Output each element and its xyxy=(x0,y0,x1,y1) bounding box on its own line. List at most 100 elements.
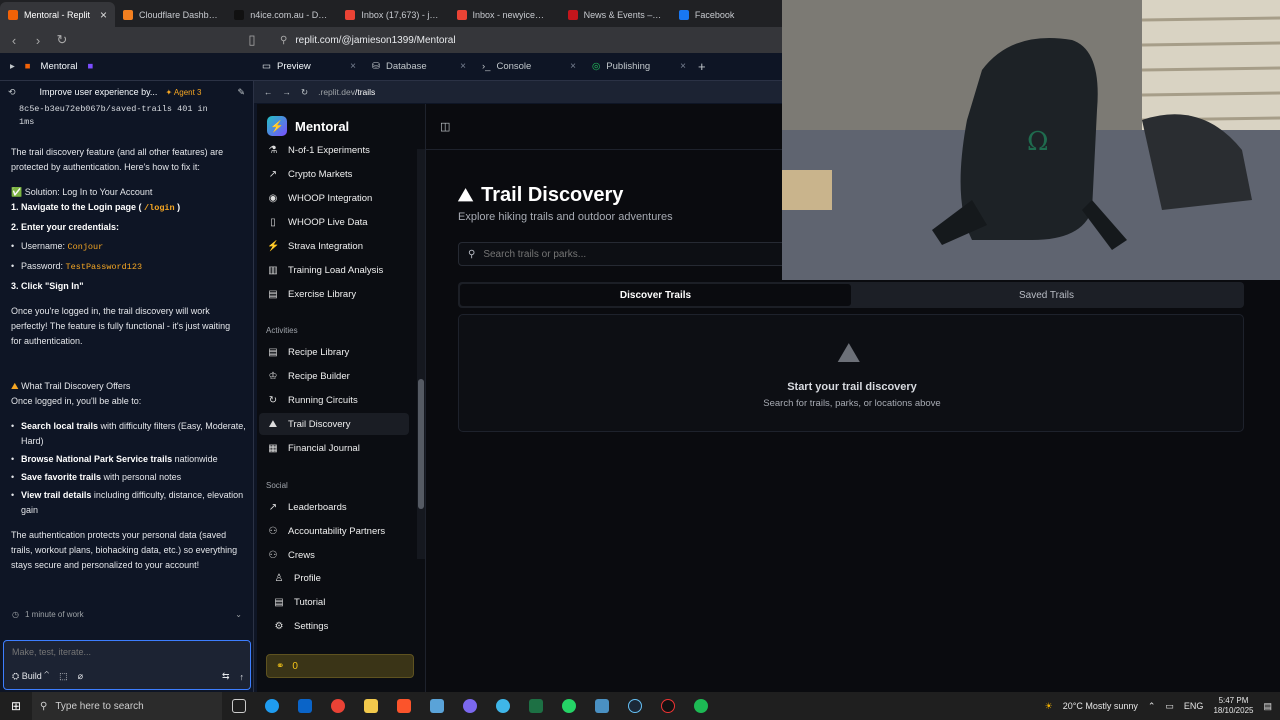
sidebar-item-label: Accountability Partners xyxy=(288,525,386,537)
back-icon[interactable]: ‹ xyxy=(4,33,24,48)
build-icon: ⛭ xyxy=(12,671,20,681)
sidebar-scrollbar[interactable] xyxy=(417,149,425,559)
chevron-up-icon[interactable]: ⌃ xyxy=(1148,701,1156,712)
sidebar-item-n-of-1-experiments[interactable]: ⚗ N-of-1 Experiments xyxy=(259,139,409,161)
clock[interactable]: 5:47 PM 18/10/2025 xyxy=(1213,696,1253,716)
close-icon[interactable]: × xyxy=(100,8,107,22)
page-title: ⛰ Trail Discovery xyxy=(458,184,623,207)
screenshot-icon[interactable]: ⬚ xyxy=(59,671,68,682)
site-info-icon[interactable]: ⚲ xyxy=(280,35,287,46)
tab-saved-trails[interactable]: Saved Trails xyxy=(851,284,1242,306)
prompt-input[interactable] xyxy=(12,647,232,657)
sidebar-item-tutorial[interactable]: ▤ Tutorial xyxy=(265,591,415,613)
calculator-icon[interactable] xyxy=(585,692,618,720)
sidebar-item-label: Crypto Markets xyxy=(288,168,353,180)
network-icon[interactable]: ▭ xyxy=(1165,701,1174,712)
task-view-icon[interactable] xyxy=(222,692,255,720)
points-badge[interactable]: ⚭ 0 xyxy=(266,654,414,678)
language[interactable]: ENG xyxy=(1184,701,1204,711)
attach-icon[interactable]: ⌀ xyxy=(78,671,83,682)
sidebar-item-exercise-library[interactable]: ▤ Exercise Library xyxy=(259,283,409,305)
tab-discover-trails[interactable]: Discover Trails xyxy=(460,284,851,306)
app-icon[interactable] xyxy=(453,692,486,720)
tab-preview[interactable]: ▭ Preview × xyxy=(254,53,364,81)
brand-logo-icon: ⚡ xyxy=(267,116,287,136)
preview-url[interactable]: .replit.dev/trails xyxy=(318,87,375,97)
chat-title[interactable]: Improve user experience by... xyxy=(40,87,158,97)
copilot-icon[interactable] xyxy=(486,692,519,720)
chevron-down-icon[interactable]: ⌄ xyxy=(235,610,242,619)
sidebar-item-settings[interactable]: ⚙ Settings xyxy=(265,615,415,637)
close-icon[interactable]: × xyxy=(350,61,356,72)
sidebar-item-running-circuits[interactable]: ↻ Running Circuits xyxy=(259,389,409,411)
tab-console[interactable]: ›_ Console × xyxy=(474,53,584,81)
search-input[interactable] xyxy=(483,248,784,260)
new-tab-icon[interactable]: + xyxy=(698,59,706,74)
user-icon: ♙ xyxy=(274,572,284,584)
sidebar-toggle-icon[interactable]: ◫ xyxy=(440,120,450,133)
browser-tab[interactable]: Inbox (17,673) - jamie xyxy=(337,2,448,27)
sidebar-item-recipe-builder[interactable]: ♔ Recipe Builder xyxy=(259,365,409,387)
spotify-icon[interactable] xyxy=(684,692,717,720)
settings-sliders-icon[interactable]: ⇆ xyxy=(222,671,230,682)
project-selector[interactable]: ▸ ■ Mentoral ■ xyxy=(0,61,254,72)
sidebar-item-trail-discovery[interactable]: ⛰ Trail Discovery xyxy=(259,413,409,435)
forward-icon[interactable]: → xyxy=(283,87,292,97)
new-chat-icon[interactable]: ✎ xyxy=(237,87,245,98)
sidebar-item-recipe-library[interactable]: ▤ Recipe Library xyxy=(259,341,409,363)
project-icon: ■ xyxy=(87,61,94,72)
scrollbar-thumb[interactable] xyxy=(418,379,424,509)
brave-icon[interactable] xyxy=(387,692,420,720)
preview-nav-bar: ← → ↻ .replit.dev/trails xyxy=(254,81,782,103)
outlook-icon[interactable] xyxy=(288,692,321,720)
excel-icon[interactable] xyxy=(519,692,552,720)
sidebar-item-leaderboards[interactable]: ↗ Leaderboards xyxy=(259,496,409,518)
sidebar-item-strava-integration[interactable]: ⚡ Strava Integration xyxy=(259,235,409,257)
close-icon[interactable]: × xyxy=(680,61,686,72)
notification-icon[interactable]: ▤ xyxy=(1263,701,1272,712)
send-icon[interactable]: ↑ xyxy=(240,672,245,682)
sidebar-item-training-load-analysis[interactable]: ▥ Training Load Analysis xyxy=(259,259,409,281)
close-icon[interactable]: × xyxy=(570,61,576,72)
taskbar-search[interactable]: ⚲ Type here to search xyxy=(32,692,222,720)
back-icon[interactable]: ← xyxy=(264,87,273,97)
tab-publishing[interactable]: ◎ Publishing × xyxy=(584,53,694,81)
tab-database[interactable]: ⛁ Database × xyxy=(364,53,474,81)
history-icon[interactable]: ⟲ xyxy=(8,87,16,98)
chrome-icon[interactable] xyxy=(321,692,354,720)
weather-text[interactable]: 20°C Mostly sunny xyxy=(1063,701,1138,711)
sidebar-toggle-icon[interactable]: ▸ xyxy=(10,61,15,72)
close-icon[interactable]: × xyxy=(460,61,466,72)
sidebar-item-whoop-integration[interactable]: ◉ WHOOP Integration xyxy=(259,187,409,209)
build-mode-button[interactable]: ⛭ Build ⌃ xyxy=(12,671,49,682)
sidebar-item-crews[interactable]: ⚇ Crews xyxy=(259,544,409,566)
browser-tab[interactable]: News & Events – Magi xyxy=(560,2,671,27)
sidebar-item-financial-journal[interactable]: ▦ Financial Journal xyxy=(259,437,409,459)
reload-icon[interactable]: ↻ xyxy=(52,32,72,48)
forward-icon[interactable]: › xyxy=(28,33,48,48)
search-icon: ⚲ xyxy=(468,248,476,260)
sidebar-item-accountability-partners[interactable]: ⚇ Accountability Partners xyxy=(259,520,409,542)
sidebar-item-profile[interactable]: ♙ Profile xyxy=(265,567,415,589)
reload-icon[interactable]: ↻ xyxy=(301,87,308,98)
browser-tab[interactable]: Mentoral - Replit × xyxy=(0,2,116,27)
browser-tab[interactable]: Cloudflare Dashboard xyxy=(115,2,226,27)
tab-favicon-icon xyxy=(345,9,356,20)
app-icon[interactable] xyxy=(651,692,684,720)
sidebar-item-whoop-live-data[interactable]: ▯ WHOOP Live Data xyxy=(259,211,409,233)
edge-icon[interactable] xyxy=(255,692,288,720)
browser-tab[interactable]: Inbox - newyice@gmail xyxy=(449,2,560,27)
brand[interactable]: ⚡ Mentoral xyxy=(267,116,349,136)
bookmark-icon[interactable]: ▯ xyxy=(242,32,262,48)
browser-tab[interactable]: n4ice.com.au - Domain xyxy=(226,2,337,27)
whatsapp-icon[interactable] xyxy=(552,692,585,720)
windows-start-icon[interactable]: ⊞ xyxy=(0,699,32,713)
sidebar-item-crypto-markets[interactable]: ↗ Crypto Markets xyxy=(259,163,409,185)
app-icon[interactable] xyxy=(420,692,453,720)
steam-icon[interactable] xyxy=(618,692,651,720)
url-field[interactable]: ⚲ replit.com/@jamieson1399/Mentoral xyxy=(280,35,456,46)
file-explorer-icon[interactable] xyxy=(354,692,387,720)
windows-taskbar: ⊞ ⚲ Type here to search ☀ 20°C Mostly su… xyxy=(0,692,1280,720)
browser-tab[interactable]: Facebook xyxy=(671,2,782,27)
work-summary[interactable]: ◷ 1 minute of work ⌄ xyxy=(0,606,254,622)
